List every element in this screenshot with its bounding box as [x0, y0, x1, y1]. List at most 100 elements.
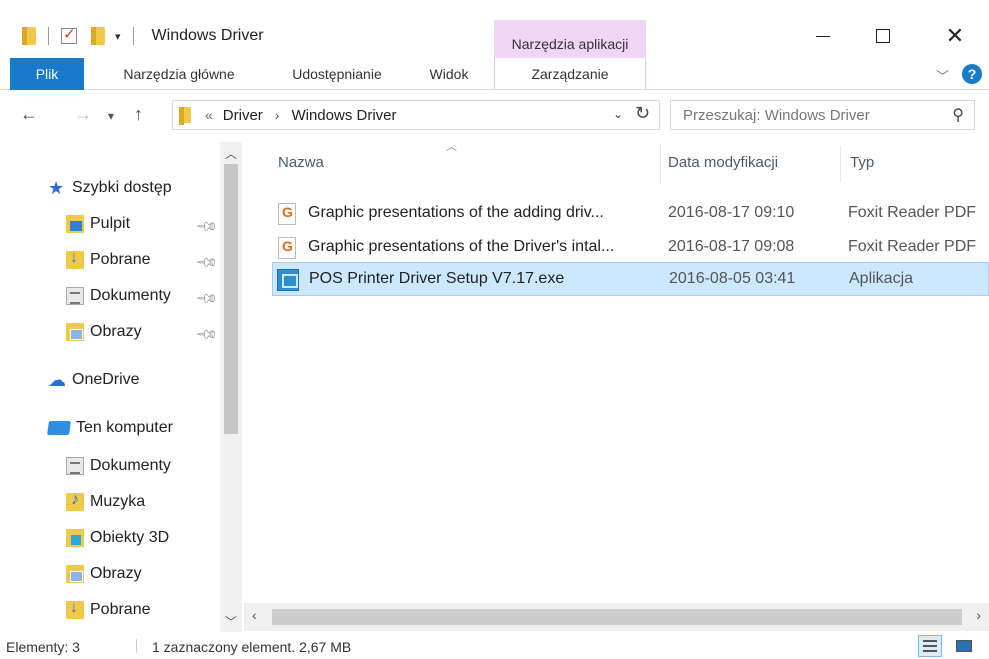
- refresh-icon[interactable]: ↻: [635, 103, 650, 124]
- sidebar-item-pc-pictures[interactable]: Obrazy: [66, 558, 142, 590]
- tab-manage[interactable]: Zarządzanie: [494, 58, 646, 90]
- file-type: Aplikacja: [849, 270, 914, 287]
- sidebar-scrollbar[interactable]: ︿ ﹀: [220, 142, 242, 632]
- star-icon: ★: [48, 178, 65, 198]
- column-divider[interactable]: [660, 146, 661, 182]
- music-folder-icon: [66, 491, 84, 511]
- back-icon[interactable]: ←: [20, 104, 38, 125]
- sidebar-item-onedrive[interactable]: ☁ OneDrive: [48, 364, 140, 396]
- sidebar-item-label: OneDrive: [72, 371, 140, 388]
- file-row[interactable]: Graphic presentations of the Driver's in…: [272, 230, 989, 264]
- customize-toolbar-icon[interactable]: ▾: [115, 30, 121, 43]
- quick-access-toolbar: ▾ Windows Driver: [22, 24, 264, 48]
- column-headers: ︿ Nazwa Data modyfikacji Typ: [262, 140, 989, 186]
- close-icon: ✕: [945, 23, 965, 48]
- scroll-right-icon[interactable]: ›: [976, 607, 981, 623]
- file-row[interactable]: Graphic presentations of the adding driv…: [272, 196, 989, 230]
- pin-icon[interactable]: 📌︎: [195, 322, 219, 347]
- sidebar-item-pc-downloads[interactable]: Pobrane: [66, 594, 151, 626]
- downloads-folder-icon: [66, 599, 84, 619]
- documents-folder-icon: [66, 287, 84, 305]
- search-box[interactable]: Przeszukaj: Windows Driver ⚲: [670, 100, 975, 130]
- search-input[interactable]: Przeszukaj: Windows Driver: [683, 107, 870, 124]
- sidebar-item-downloads[interactable]: Pobrane: [66, 244, 151, 276]
- file-list-scrollbar[interactable]: ‹ ›: [244, 603, 989, 631]
- sidebar-item-pictures[interactable]: Obrazy: [66, 316, 142, 348]
- file-date: 2016-08-17 09:08: [668, 238, 795, 255]
- pictures-folder-icon: [66, 323, 84, 341]
- separator: [132, 27, 134, 45]
- breadcrumb-separator-icon[interactable]: ›: [275, 107, 280, 123]
- window-title: Windows Driver: [151, 27, 264, 44]
- sort-ascending-icon: ︿: [446, 141, 457, 153]
- desktop-folder-icon: [66, 215, 84, 233]
- sidebar-item-quick-access[interactable]: ★ Szybki dostęp: [48, 172, 172, 204]
- sidebar-item-label: Szybki dostęp: [72, 179, 172, 196]
- pin-icon[interactable]: 📌︎: [195, 286, 219, 311]
- sidebar-item-label: Dokumenty: [90, 457, 171, 474]
- tab-home[interactable]: Narzędzia główne: [104, 58, 254, 90]
- tab-share[interactable]: Udostępnianie: [278, 58, 396, 90]
- folder-icon: [179, 107, 191, 125]
- sidebar-item-label: Obiekty 3D: [90, 529, 170, 546]
- tab-file[interactable]: Plik: [10, 58, 84, 90]
- maximize-button[interactable]: [860, 22, 906, 50]
- minimize-icon: [816, 35, 830, 37]
- sidebar-item-label: Obrazy: [90, 565, 142, 582]
- up-icon[interactable]: ↑: [134, 104, 143, 125]
- details-view-button[interactable]: [918, 635, 942, 657]
- sidebar-item-3d-objects[interactable]: Obiekty 3D: [66, 522, 169, 554]
- title-bar: ▾ Windows Driver Narzędzia aplikacji ✕: [0, 0, 989, 58]
- column-header-name[interactable]: Nazwa: [278, 154, 324, 171]
- scrollbar-thumb[interactable]: [224, 164, 238, 434]
- sidebar-item-music[interactable]: Muzyka: [66, 486, 145, 518]
- sidebar-item-desktop[interactable]: Pulpit: [66, 208, 130, 240]
- documents-folder-icon: [66, 457, 84, 475]
- address-bar[interactable]: « Driver › Windows Driver ⌄ ↻: [172, 100, 660, 130]
- file-row-selected[interactable]: POS Printer Driver Setup V7.17.exe 2016-…: [272, 262, 989, 296]
- breadcrumb-driver[interactable]: Driver: [223, 107, 263, 124]
- scrollbar-thumb[interactable]: [272, 609, 962, 625]
- sidebar-item-this-pc[interactable]: Ten komputer: [47, 412, 173, 444]
- scroll-left-icon[interactable]: ‹: [252, 607, 257, 623]
- large-icons-view-icon: [956, 640, 972, 652]
- scroll-down-icon[interactable]: ﹀: [220, 610, 242, 632]
- pin-icon[interactable]: 📌︎: [195, 214, 219, 239]
- pin-icon[interactable]: 📌︎: [195, 250, 219, 275]
- large-icons-view-button[interactable]: [952, 635, 976, 657]
- sidebar-item-documents[interactable]: Dokumenty: [66, 280, 171, 312]
- status-bar: Elementy: 3 1 zaznaczony element. 2,67 M…: [0, 633, 989, 659]
- maximize-icon: [876, 29, 890, 43]
- selection-info: 1 zaznaczony element. 2,67 MB: [152, 639, 352, 655]
- new-folder-icon[interactable]: [91, 27, 105, 45]
- separator: [48, 27, 49, 45]
- sidebar-item-pc-documents[interactable]: Dokumenty: [66, 450, 171, 482]
- scroll-up-icon[interactable]: ︿: [220, 142, 242, 164]
- navigation-bar: ← → ▾ ↑ « Driver › Windows Driver ⌄ ↻ Pr…: [0, 92, 989, 138]
- column-header-date[interactable]: Data modyfikacji: [668, 154, 778, 171]
- close-button[interactable]: ✕: [932, 22, 978, 50]
- breadcrumb-windows-driver[interactable]: Windows Driver: [291, 107, 396, 124]
- properties-icon[interactable]: [61, 25, 77, 44]
- ribbon-tabs: Plik Narzędzia główne Udostępnianie Wido…: [0, 58, 989, 90]
- file-name: POS Printer Driver Setup V7.17.exe: [309, 270, 565, 287]
- column-header-type[interactable]: Typ: [850, 154, 874, 171]
- forward-icon[interactable]: →: [74, 104, 92, 125]
- minimize-button[interactable]: [800, 22, 846, 50]
- sidebar-item-label: Pobrane: [90, 251, 151, 268]
- exe-file-icon: [277, 269, 299, 291]
- objects-3d-folder-icon: [66, 529, 84, 547]
- expand-ribbon-icon[interactable]: ﹀: [936, 66, 949, 85]
- address-overflow[interactable]: «: [205, 107, 213, 123]
- pictures-folder-icon: [66, 565, 84, 583]
- column-divider[interactable]: [840, 146, 841, 182]
- address-dropdown-icon[interactable]: ⌄: [613, 107, 623, 121]
- search-icon[interactable]: ⚲: [952, 105, 964, 125]
- file-type: Foxit Reader PDF: [848, 204, 977, 221]
- file-name: Graphic presentations of the adding driv…: [308, 204, 604, 221]
- file-type: Foxit Reader PDF: [848, 238, 977, 255]
- recent-locations-icon[interactable]: ▾: [108, 109, 114, 123]
- item-count: Elementy: 3: [6, 639, 80, 655]
- tab-view[interactable]: Widok: [418, 58, 480, 90]
- help-icon[interactable]: ?: [962, 64, 982, 84]
